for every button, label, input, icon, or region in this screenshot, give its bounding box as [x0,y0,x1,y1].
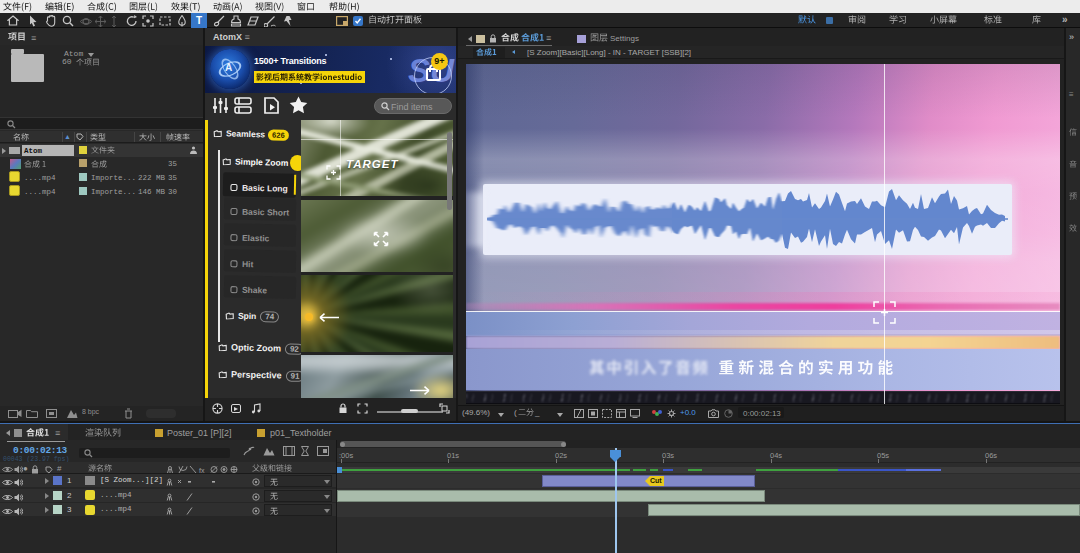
svg-text:fx: fx [199,467,205,474]
